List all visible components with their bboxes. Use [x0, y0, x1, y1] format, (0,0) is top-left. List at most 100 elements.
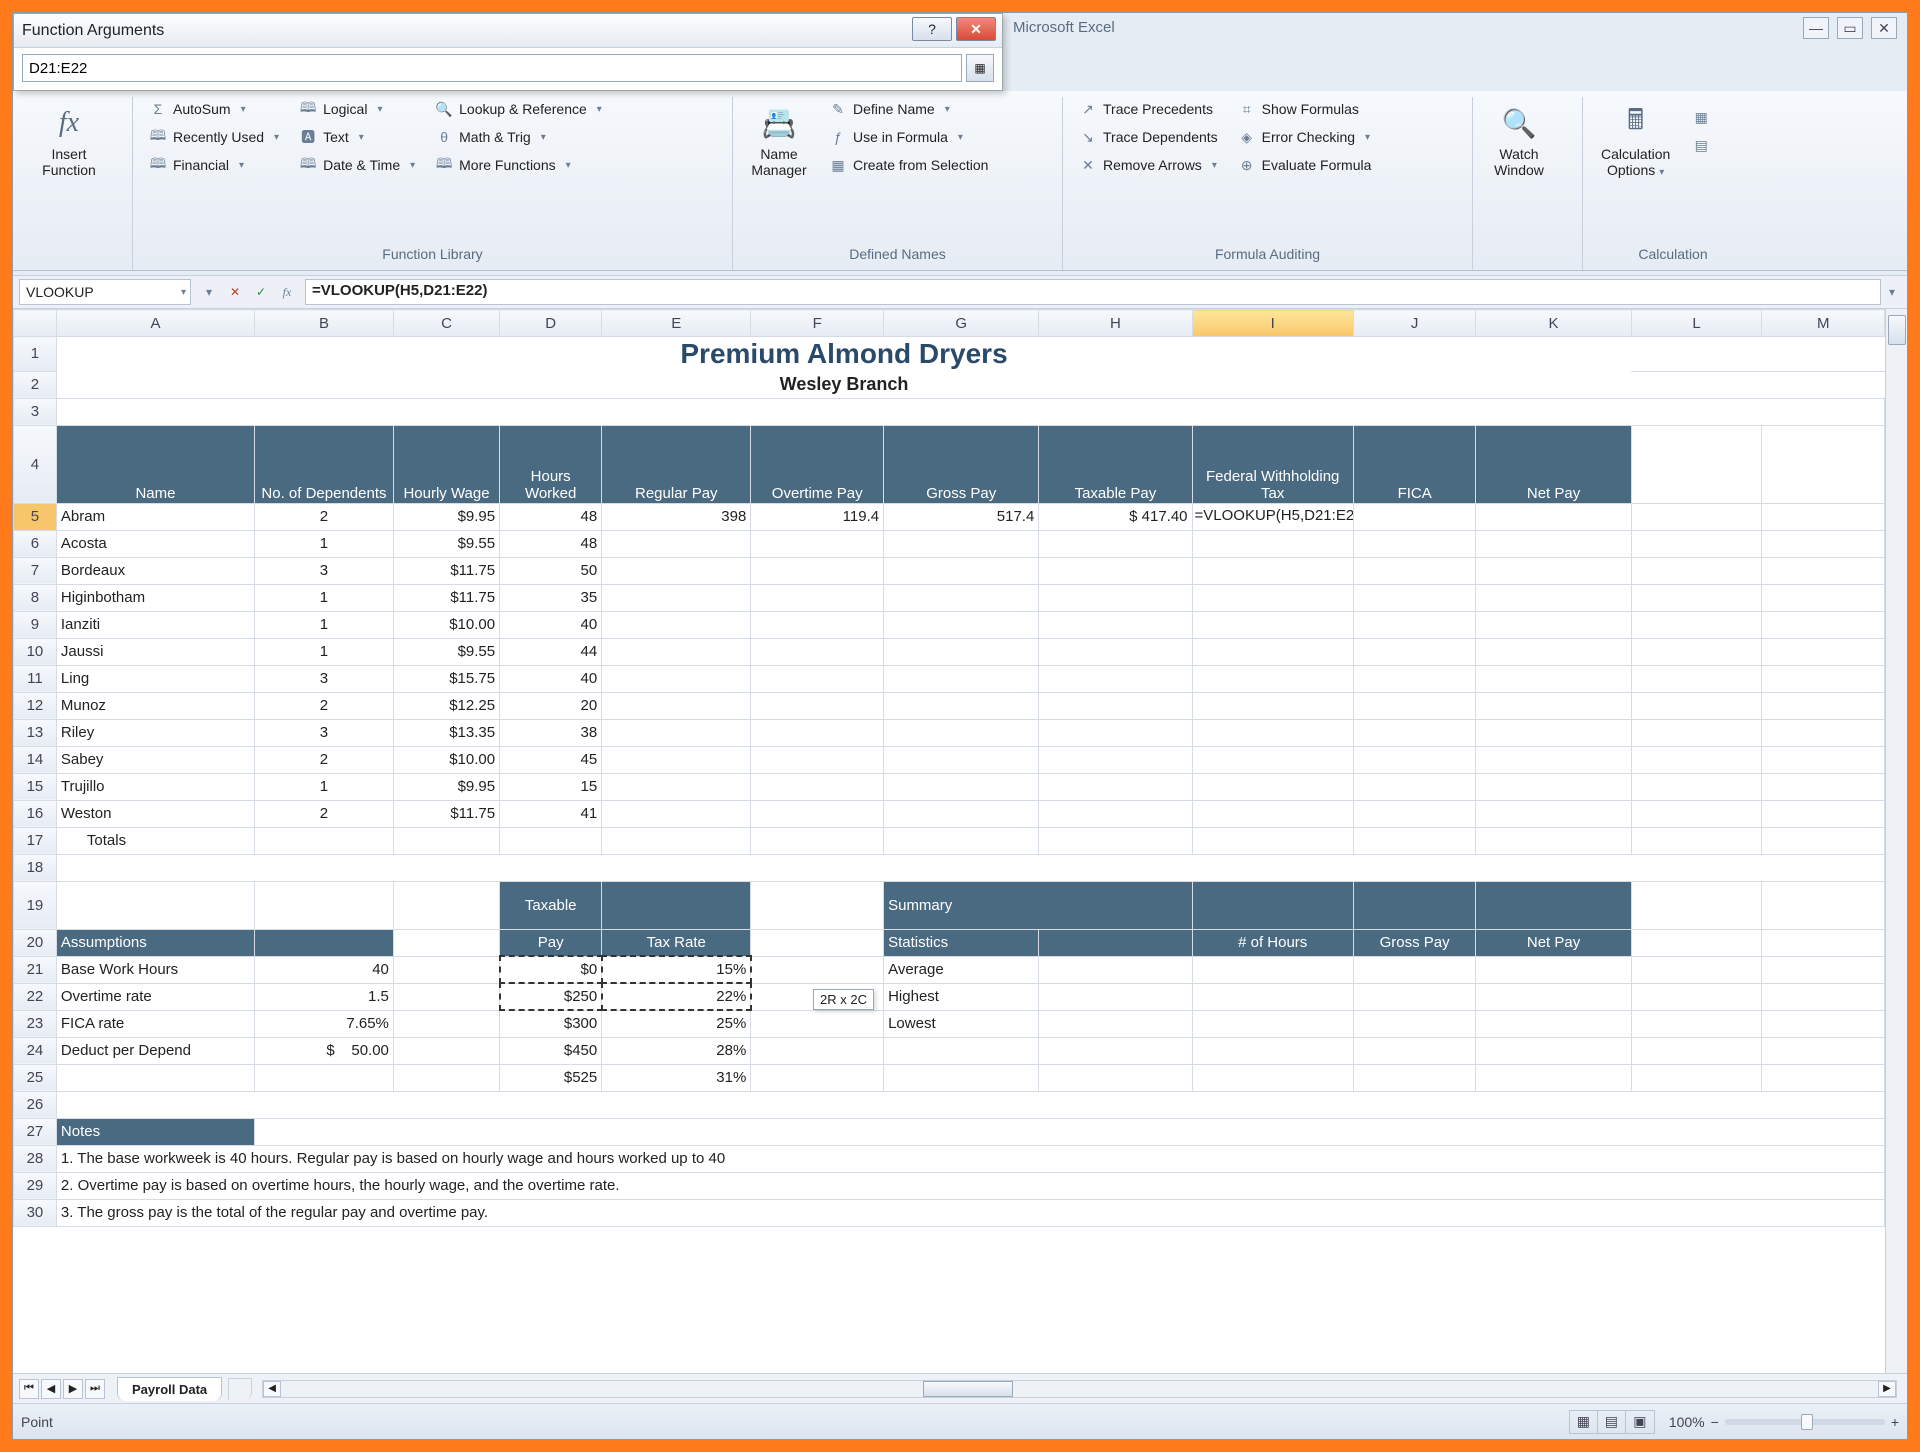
- col-header[interactable]: G: [884, 310, 1039, 337]
- formula-input[interactable]: =VLOOKUP(H5,D21:E22): [305, 279, 1881, 305]
- cell[interactable]: 3: [255, 719, 394, 746]
- row-header[interactable]: 9: [14, 611, 57, 638]
- zoom-slider[interactable]: [1725, 1419, 1885, 1425]
- cell[interactable]: $525: [500, 1064, 602, 1091]
- remove-arrows-button[interactable]: ✕Remove Arrows: [1073, 153, 1224, 177]
- cell[interactable]: 1: [255, 611, 394, 638]
- zoom-knob[interactable]: [1801, 1414, 1813, 1430]
- evaluate-formula-button[interactable]: ⊕Evaluate Formula: [1232, 153, 1378, 177]
- watch-window-button[interactable]: 🔍 Watch Window: [1483, 97, 1555, 184]
- cell[interactable]: 22%: [602, 983, 751, 1010]
- row-header[interactable]: 12: [14, 692, 57, 719]
- zoom-out-button[interactable]: −: [1711, 1414, 1719, 1430]
- row-header[interactable]: 11: [14, 665, 57, 692]
- cell[interactable]: $ 50.00: [255, 1037, 394, 1064]
- row-header[interactable]: 2: [14, 371, 57, 398]
- cell[interactable]: Trujillo: [56, 773, 254, 800]
- col-header[interactable]: A: [56, 310, 254, 337]
- view-pagebreak-button[interactable]: ▣: [1626, 1411, 1654, 1433]
- cell[interactable]: Ianziti: [56, 611, 254, 638]
- error-checking-button[interactable]: ◈Error Checking: [1232, 125, 1378, 149]
- col-header[interactable]: J: [1353, 310, 1476, 337]
- sheet-tab-active[interactable]: Payroll Data: [117, 1377, 222, 1401]
- cell[interactable]: Higinbotham: [56, 584, 254, 611]
- cell[interactable]: Lowest: [884, 1010, 1039, 1037]
- cell[interactable]: 25%: [602, 1010, 751, 1037]
- cell[interactable]: 3: [255, 557, 394, 584]
- cell[interactable]: Totals: [56, 827, 254, 854]
- cell[interactable]: 2: [255, 692, 394, 719]
- window-restore-button[interactable]: ▭: [1837, 17, 1863, 39]
- cell[interactable]: 1. The base workweek is 40 hours. Regula…: [56, 1145, 1884, 1172]
- cell[interactable]: 3: [255, 665, 394, 692]
- cell[interactable]: $450: [500, 1037, 602, 1064]
- name-box[interactable]: VLOOKUP: [19, 279, 191, 305]
- expand-formula-bar-icon[interactable]: ▾: [1883, 283, 1901, 301]
- zoom-in-button[interactable]: +: [1891, 1414, 1899, 1430]
- row-header[interactable]: 20: [14, 929, 57, 956]
- cell[interactable]: 48: [500, 503, 602, 530]
- row-header[interactable]: 21: [14, 956, 57, 983]
- row-header[interactable]: 28: [14, 1145, 57, 1172]
- more-functions-button[interactable]: 🕮More Functions: [429, 153, 608, 177]
- zoom-level[interactable]: 100%: [1669, 1414, 1705, 1430]
- hscroll-left[interactable]: ◀: [263, 1381, 281, 1397]
- cell[interactable]: Abram: [56, 503, 254, 530]
- cell[interactable]: $0: [500, 956, 602, 983]
- cell[interactable]: 1: [255, 584, 394, 611]
- cell[interactable]: Highest: [884, 983, 1039, 1010]
- row-header[interactable]: 18: [14, 854, 57, 881]
- row-header[interactable]: 22: [14, 983, 57, 1010]
- hscroll-thumb[interactable]: [923, 1381, 1013, 1397]
- row-header[interactable]: 14: [14, 746, 57, 773]
- text-button[interactable]: 🅰Text: [293, 125, 421, 149]
- cell[interactable]: $ 417.40: [1039, 503, 1192, 530]
- window-minimize-button[interactable]: —: [1803, 17, 1829, 39]
- cell[interactable]: 38: [500, 719, 602, 746]
- cell[interactable]: 28%: [602, 1037, 751, 1064]
- insert-function-icon[interactable]: fx: [275, 280, 299, 304]
- cell[interactable]: Deduct per Depend: [56, 1037, 254, 1064]
- cell[interactable]: 41: [500, 800, 602, 827]
- cell[interactable]: $13.35: [393, 719, 499, 746]
- create-from-selection-button[interactable]: ▦Create from Selection: [823, 153, 994, 177]
- logical-button[interactable]: 🕮Logical: [293, 97, 421, 121]
- cell[interactable]: Average: [884, 956, 1039, 983]
- cell[interactable]: 50: [500, 557, 602, 584]
- row-header[interactable]: 29: [14, 1172, 57, 1199]
- calculation-options-button[interactable]: 🖩 Calculation Options: [1593, 97, 1678, 185]
- cell[interactable]: $11.75: [393, 557, 499, 584]
- tab-nav-prev[interactable]: ◀: [41, 1379, 61, 1399]
- row-header[interactable]: 19: [14, 881, 57, 929]
- use-in-formula-button[interactable]: ƒUse in Formula: [823, 125, 994, 149]
- row-header[interactable]: 3: [14, 398, 57, 425]
- tab-nav-next[interactable]: ▶: [63, 1379, 83, 1399]
- recently-used-button[interactable]: 🕮Recently Used: [143, 125, 285, 149]
- calc-now-button[interactable]: ▦: [1686, 105, 1716, 129]
- cell[interactable]: 15: [500, 773, 602, 800]
- dialog-close-button[interactable]: ✕: [956, 17, 996, 41]
- cancel-entry-button[interactable]: ✕: [223, 280, 247, 304]
- collapse-dialog-icon[interactable]: ▦: [966, 54, 994, 82]
- range-input[interactable]: [22, 54, 962, 82]
- cell[interactable]: 20: [500, 692, 602, 719]
- row-header[interactable]: 1: [14, 337, 57, 372]
- cell[interactable]: 2: [255, 746, 394, 773]
- financial-button[interactable]: 🕮Financial: [143, 153, 285, 177]
- cell[interactable]: $11.75: [393, 584, 499, 611]
- row-header[interactable]: 15: [14, 773, 57, 800]
- trace-dependents-button[interactable]: ↘Trace Dependents: [1073, 125, 1224, 149]
- row-header[interactable]: 5: [14, 503, 57, 530]
- cell[interactable]: $9.95: [393, 773, 499, 800]
- col-header[interactable]: H: [1039, 310, 1192, 337]
- cell[interactable]: 119.4: [751, 503, 884, 530]
- define-name-button[interactable]: ✎Define Name: [823, 97, 994, 121]
- cell[interactable]: $10.00: [393, 746, 499, 773]
- cell[interactable]: Acosta: [56, 530, 254, 557]
- cell[interactable]: Ling: [56, 665, 254, 692]
- dialog-titlebar[interactable]: Function Arguments ? ✕: [14, 14, 1002, 48]
- col-header[interactable]: D: [500, 310, 602, 337]
- cell[interactable]: FICA rate: [56, 1010, 254, 1037]
- col-header[interactable]: M: [1762, 310, 1885, 337]
- cell[interactable]: $15.75: [393, 665, 499, 692]
